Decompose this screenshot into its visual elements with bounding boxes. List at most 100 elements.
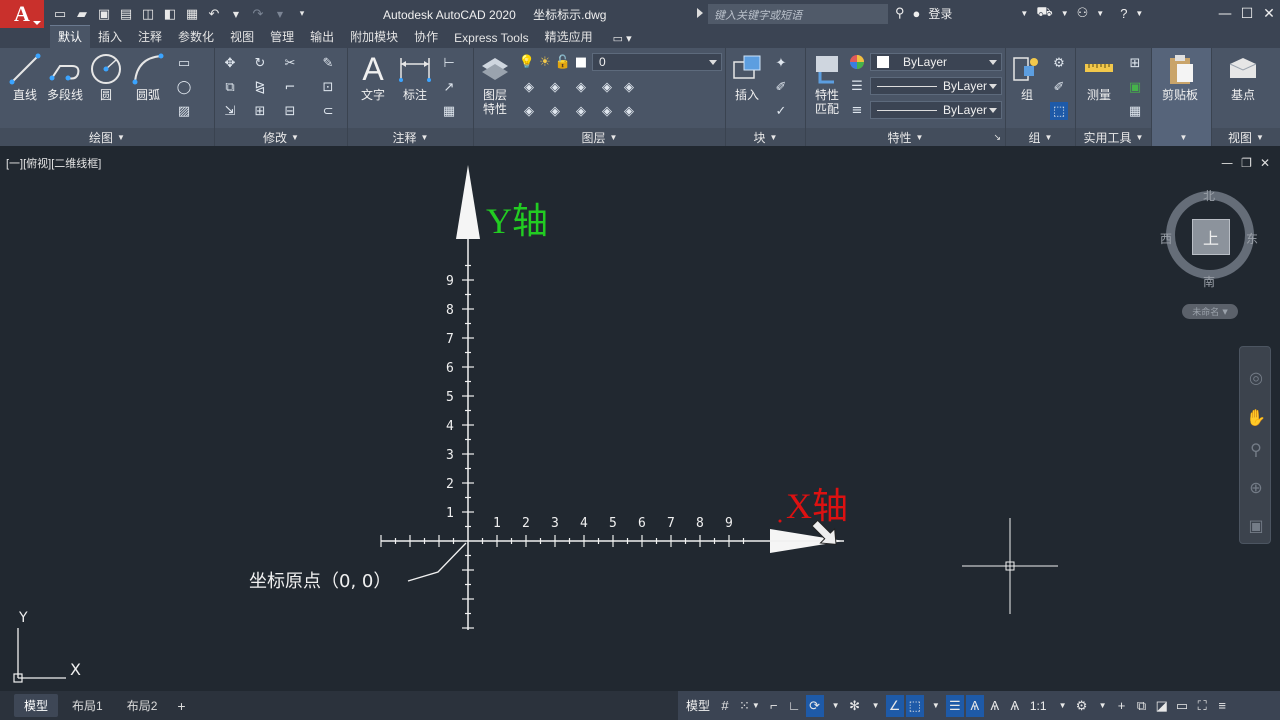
layer-lock-icon[interactable]: 🔓 — [554, 53, 572, 71]
viewport-minimize-icon[interactable]: — — [1221, 156, 1233, 170]
panel-groups-title[interactable]: 组 ▼ — [1006, 128, 1075, 146]
layer-tool-6-icon[interactable]: ◈ — [520, 102, 538, 120]
isodraft-dropdown-icon[interactable]: ▼ — [866, 695, 884, 717]
linear-dim-icon[interactable]: ⊢ — [440, 54, 458, 72]
infer-constraints-icon[interactable]: ⌐ — [765, 695, 783, 717]
panel-properties-title[interactable]: 特性 ▼ ↘ — [806, 128, 1005, 146]
move-icon[interactable]: ✥ — [221, 54, 239, 72]
customize-status-icon[interactable]: ≡ — [1213, 695, 1231, 717]
cart-dropdown-icon[interactable]: ▼ — [1061, 9, 1069, 18]
group-button[interactable]: 组 — [1010, 52, 1044, 102]
network-dropdown-icon[interactable]: ▼ — [1096, 9, 1104, 18]
panel-clipboard-title[interactable]: ▼ — [1152, 128, 1211, 146]
arc-button[interactable]: 圆弧 — [131, 52, 165, 102]
steering-wheel-icon[interactable]: ◎ — [1246, 367, 1266, 387]
save-icon[interactable]: ▣ — [96, 6, 112, 22]
isodraft-icon[interactable]: ✻ — [846, 695, 864, 717]
layer-tool-8-icon[interactable]: ◈ — [572, 102, 590, 120]
snap-mode-icon[interactable]: ⁙ ▼ — [736, 695, 763, 717]
text-button[interactable]: A 文字 — [356, 51, 390, 103]
layer-dropdown[interactable]: 0 — [592, 53, 722, 71]
tab-view[interactable]: 视图 — [222, 26, 262, 48]
select-all-icon[interactable]: ▣ — [1126, 78, 1144, 96]
linetype-icon[interactable]: ☰ — [848, 77, 866, 95]
panel-modify-title[interactable]: 修改 ▼ — [215, 128, 347, 146]
login-dropdown-icon[interactable]: ▼ — [1020, 9, 1028, 18]
polar-tracking-icon[interactable]: ⟳ — [805, 694, 824, 717]
open-web-icon[interactable]: ◫ — [140, 6, 156, 22]
ungroup-icon[interactable]: ⚙ — [1050, 54, 1068, 72]
login-button[interactable]: 登录 — [928, 5, 952, 22]
polar-dropdown-icon[interactable]: ▼ — [826, 695, 844, 717]
clean-screen-icon[interactable]: ⛶ — [1193, 695, 1211, 717]
ellipse-icon[interactable]: ◯ — [175, 78, 193, 96]
lineweight-dropdown[interactable]: ByLayer — [870, 101, 1002, 119]
search-expand-icon[interactable] — [697, 8, 703, 18]
table-icon[interactable]: ▦ — [440, 102, 458, 120]
plot-icon[interactable]: ▦ — [184, 6, 200, 22]
edit-attributes-icon[interactable]: ✓ — [772, 102, 790, 120]
tab-annotate[interactable]: 注释 — [130, 26, 170, 48]
mirror-icon[interactable]: ⧎ — [251, 78, 269, 96]
help-dropdown-icon[interactable]: ▼ — [1135, 9, 1143, 18]
layer-tool-10-icon[interactable]: ◈ — [620, 102, 638, 120]
redo-icon[interactable]: ↷ — [250, 6, 266, 22]
compass-north[interactable]: 北 — [1203, 187, 1215, 204]
auto-scale-icon[interactable]: Ѧ — [986, 695, 1004, 717]
pan-icon[interactable]: ✋ — [1246, 407, 1266, 427]
trim-icon[interactable]: ✂ — [281, 54, 299, 72]
wcs-menu-button[interactable]: 未命名 ▼ — [1182, 304, 1238, 319]
annotation-scale-icon[interactable]: Ѧ — [1006, 695, 1024, 717]
quick-properties-icon[interactable]: ◪ — [1153, 695, 1171, 717]
layer-tool-1-icon[interactable]: ◈ — [520, 78, 538, 96]
zoom-extents-icon[interactable]: ⚲ — [1246, 439, 1266, 459]
annotation-monitor-icon[interactable]: + — [1113, 695, 1131, 717]
tab-insert[interactable]: 插入 — [90, 26, 130, 48]
layer-freeze-icon[interactable]: ☀ — [536, 53, 554, 71]
stretch-icon[interactable]: ⇲ — [221, 102, 239, 120]
open-folder-icon[interactable]: ▰ — [74, 6, 90, 22]
properties-launcher-icon[interactable]: ↘ — [993, 132, 1001, 143]
panel-layers-title[interactable]: 图层 ▼ — [474, 128, 725, 146]
group-edit-icon[interactable]: ✐ — [1050, 78, 1068, 96]
tab-default[interactable]: 默认 — [50, 25, 91, 48]
object-snap-icon[interactable]: ⬚ — [905, 694, 924, 717]
maximize-icon[interactable]: ☐ — [1236, 0, 1258, 28]
circle-button[interactable]: 圆 — [89, 52, 123, 102]
tab-parametric[interactable]: 参数化 — [170, 26, 222, 48]
scale-icon[interactable]: ⊞ — [251, 102, 269, 120]
edit-block-icon[interactable]: ✐ — [772, 78, 790, 96]
panel-annotation-title[interactable]: 注释 ▼ — [348, 128, 473, 146]
object-snap-dropdown-icon[interactable]: ▼ — [926, 695, 944, 717]
clipboard-button[interactable]: 剪贴板 — [1162, 52, 1198, 102]
line-button[interactable]: 直线 — [8, 52, 42, 102]
ribbon-minimize-icon[interactable]: ▭ ▾ — [607, 30, 638, 48]
fillet-icon[interactable]: ⌐ — [281, 78, 299, 96]
tab-manage[interactable]: 管理 — [262, 26, 302, 48]
help-icon[interactable]: ? — [1120, 6, 1127, 21]
layer-tool-9-icon[interactable]: ◈ — [598, 102, 616, 120]
lineweight-icon[interactable]: ≡ — [848, 101, 866, 119]
object-snap-tracking-icon[interactable]: ∠ — [885, 694, 904, 717]
customize-qat-icon[interactable]: ▾ — [294, 6, 310, 22]
insert-button[interactable]: 插入 — [730, 52, 764, 102]
compass-east[interactable]: 东 — [1246, 230, 1258, 247]
tab-layout1[interactable]: 布局1 — [62, 694, 113, 717]
tab-output[interactable]: 输出 — [302, 26, 342, 48]
layer-tool-5-icon[interactable]: ◈ — [620, 78, 638, 96]
compass-south[interactable]: 南 — [1203, 273, 1215, 290]
annotation-scale-value[interactable]: 1:1 — [1026, 699, 1051, 713]
layer-tool-2-icon[interactable]: ◈ — [546, 78, 564, 96]
new-file-icon[interactable]: ▭ — [52, 6, 68, 22]
layer-properties-button[interactable]: 图层 特性 — [478, 52, 512, 116]
add-layout-icon[interactable]: + — [171, 695, 191, 717]
viewport-restore-icon[interactable]: ❐ — [1241, 156, 1252, 170]
linetype-dropdown[interactable]: ByLayer — [870, 77, 1002, 95]
rotate-icon[interactable]: ↻ — [251, 54, 269, 72]
redo-dropdown-icon[interactable]: ▼ — [272, 6, 288, 22]
hatch-icon[interactable]: ▨ — [175, 102, 193, 120]
layer-tool-7-icon[interactable]: ◈ — [546, 102, 564, 120]
search-input[interactable]: 键入关键字或短语 — [708, 4, 888, 24]
match-properties-button[interactable]: 特性 匹配 — [810, 52, 844, 116]
close-icon[interactable]: ✕ — [1258, 0, 1280, 28]
